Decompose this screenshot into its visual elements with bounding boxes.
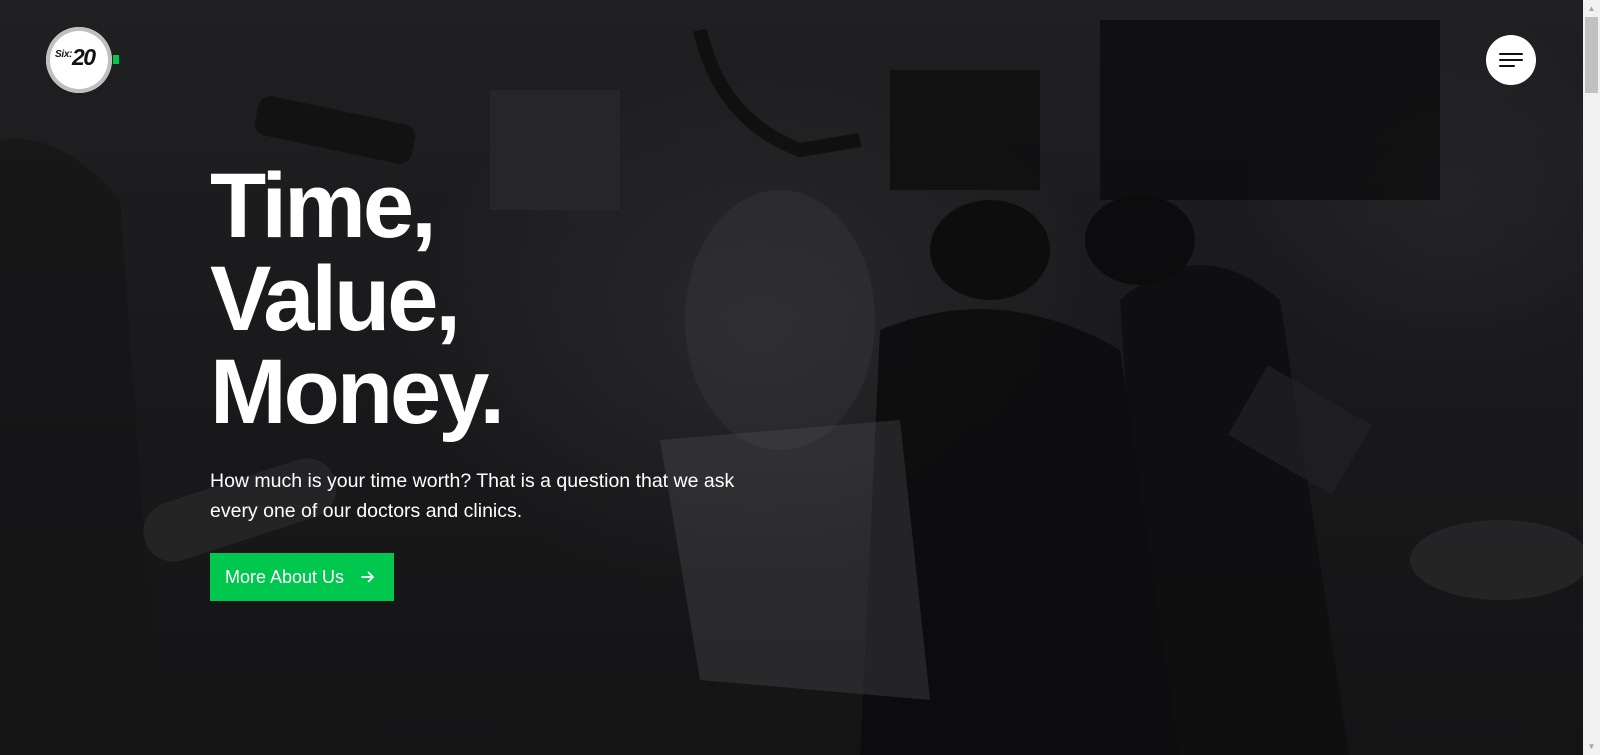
headline-line-2: Value,	[210, 248, 461, 350]
headline-line-1: Time,	[210, 155, 437, 257]
logo-number: 20	[72, 44, 96, 70]
arrow-right-icon	[361, 571, 374, 583]
cta-label: More About Us	[225, 566, 345, 587]
scrollbar-thumb[interactable]	[1585, 17, 1598, 93]
logo-prefix: Six:	[55, 49, 73, 60]
scroll-down-arrow-icon[interactable]: ▼	[1583, 738, 1600, 755]
hero-section: Six: 20 Time, Value, Money. How much is …	[0, 0, 1583, 755]
more-about-us-button[interactable]: More About Us	[210, 553, 394, 601]
hamburger-menu-button[interactable]	[1486, 35, 1536, 85]
logo-accent-mark	[113, 55, 119, 64]
headline-line-3: Money.	[210, 341, 505, 443]
hero-headline: Time, Value, Money.	[210, 160, 810, 439]
hero-description: How much is your time worth? That is a q…	[210, 470, 735, 522]
site-logo[interactable]: Six: 20	[46, 27, 112, 93]
hero-content: Time, Value, Money. How much is your tim…	[210, 160, 810, 601]
vertical-scrollbar[interactable]: ▲ ▼	[1583, 0, 1600, 755]
scroll-up-arrow-icon[interactable]: ▲	[1583, 0, 1600, 17]
